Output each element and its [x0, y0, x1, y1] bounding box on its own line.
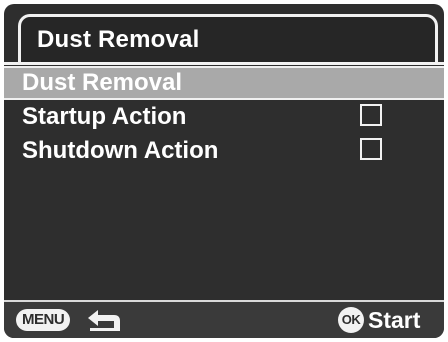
- start-label: Start: [368, 307, 421, 333]
- menu-item-shutdown-action[interactable]: Shutdown Action: [4, 134, 444, 168]
- startup-action-checkbox[interactable]: [360, 104, 382, 126]
- menu-item-startup-action[interactable]: Startup Action: [4, 100, 444, 134]
- menu-item-label: Dust Removal: [22, 69, 183, 96]
- tab-divider: [4, 62, 444, 65]
- menu-button[interactable]: MENU: [16, 309, 71, 331]
- bottom-bar: MENU OK Start: [4, 300, 444, 338]
- menu-item-dust-removal[interactable]: Dust Removal: [4, 66, 444, 100]
- menu-item-label: Startup Action: [22, 103, 187, 130]
- menu-tab[interactable]: Dust Removal: [18, 14, 438, 64]
- shutdown-action-checkbox[interactable]: [360, 138, 382, 160]
- back-arrow-icon[interactable]: [84, 308, 124, 334]
- ok-button[interactable]: OK: [338, 307, 364, 333]
- page-title: Dust Removal: [37, 26, 200, 53]
- camera-menu-screen: Dust Removal Dust Removal Startup Action…: [4, 4, 444, 338]
- menu-item-label: Shutdown Action: [22, 137, 219, 164]
